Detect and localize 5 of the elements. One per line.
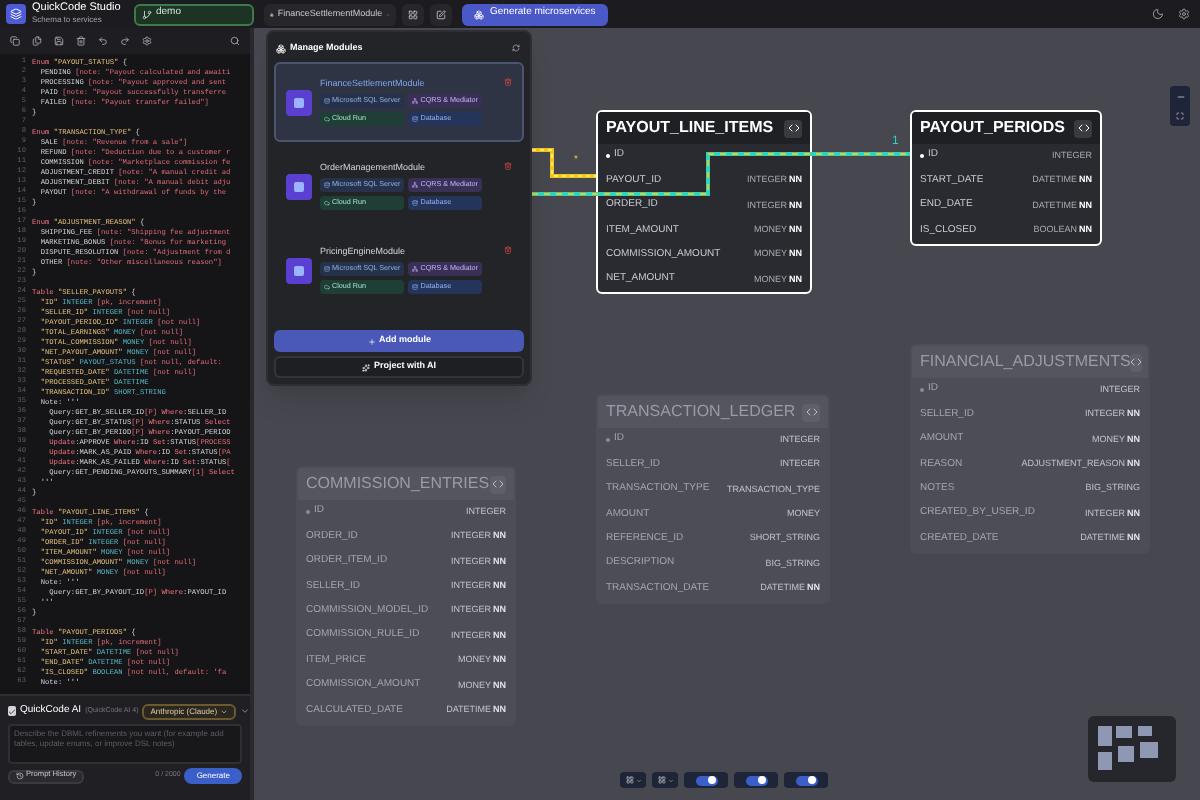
table-title: PAYOUT_PERIODS bbox=[920, 116, 1065, 140]
table-title: COMMISSION_ENTRIES bbox=[306, 472, 490, 496]
table-title: PAYOUT_LINE_ITEMS bbox=[606, 116, 774, 140]
table-title: TRANSACTION_LEDGER bbox=[606, 400, 796, 424]
table-title: FINANCIAL_ADJUSTMENTS bbox=[920, 350, 1131, 374]
